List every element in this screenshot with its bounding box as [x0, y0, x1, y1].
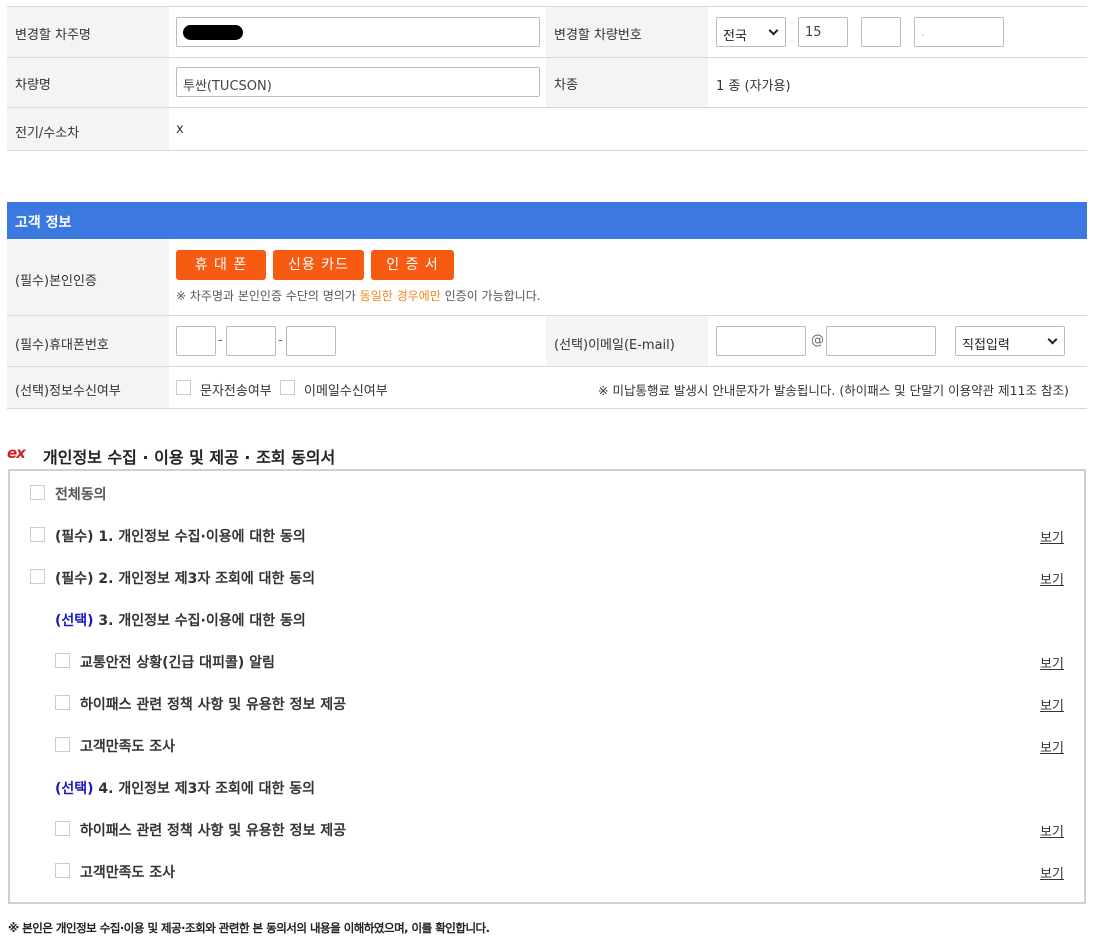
- credit-card-auth-button[interactable]: 신용 카드: [273, 250, 364, 280]
- view-link-item3-sub3[interactable]: 보기: [1040, 737, 1064, 756]
- chevron-down-icon: [1047, 334, 1058, 345]
- view-link-item4-sub2[interactable]: 보기: [1040, 863, 1064, 882]
- divider: [7, 366, 1087, 367]
- certificate-auth-button[interactable]: 인 증 서: [371, 250, 454, 280]
- auth-note-suffix: 인증이 가능합니다.: [440, 289, 541, 303]
- region-select[interactable]: 전국: [716, 17, 786, 47]
- phone-part2-input[interactable]: [226, 326, 276, 356]
- dash: -: [278, 333, 283, 348]
- car-name-input[interactable]: 투싼(TUCSON): [176, 67, 540, 97]
- auth-label: (필수)본인인증: [15, 274, 97, 289]
- view-link-item3-sub1[interactable]: 보기: [1040, 653, 1064, 672]
- car-type-label: 차종: [554, 78, 578, 93]
- consent-item3-sub3-label: 고객만족도 조사: [80, 739, 176, 755]
- dash: -: [218, 333, 223, 348]
- consent-item4-sub2-label: 고객만족도 조사: [80, 865, 176, 881]
- plate-part3-input[interactable]: .: [914, 17, 1004, 47]
- consent-item1-checkbox[interactable]: [30, 527, 45, 542]
- optional-tag: (선택): [55, 613, 94, 629]
- consent-item1-label: (필수) 1. 개인정보 수집·이용에 대한 동의: [55, 529, 306, 545]
- email-receive-label: 이메일수신여부: [304, 384, 388, 399]
- auth-note-highlight: 동일한 경우에만: [359, 289, 441, 303]
- view-link-item1[interactable]: 보기: [1040, 527, 1064, 546]
- logo-text: ex: [7, 444, 26, 462]
- owner-label: 변경할 차주명: [15, 28, 91, 43]
- consent-item4-text: 4. 개인정보 제3자 조회에 대한 동의: [93, 781, 316, 797]
- receive-label: (선택)정보수신여부: [15, 384, 121, 399]
- ev-value: x: [176, 122, 184, 137]
- customer-section-header: 고객 정보: [7, 202, 1087, 239]
- auth-note: ※ 차주명과 본인인증 수단의 명의가 동일한 경우에만 인증이 가능합니다.: [176, 287, 541, 304]
- at-sign: @: [811, 333, 824, 348]
- all-agree-checkbox[interactable]: [30, 485, 45, 500]
- email-domain-select-value: 직접입력: [962, 338, 1010, 353]
- consent-item3-sub1-label: 교통안전 상황(긴급 대피콜) 알림: [80, 655, 275, 671]
- view-link-item2[interactable]: 보기: [1040, 569, 1064, 588]
- optional-tag: (선택): [55, 781, 94, 797]
- plate-part2-input[interactable]: [861, 17, 901, 47]
- receive-note: ※ 미납통행료 발생시 안내문자가 발송됩니다. (하이패스 및 단말기 이용약…: [598, 383, 1069, 398]
- view-link-item4-sub1[interactable]: 보기: [1040, 821, 1064, 840]
- email-id-input[interactable]: [716, 326, 806, 356]
- consent-item3-sub1-checkbox[interactable]: [55, 653, 70, 668]
- consent-item3-text: 3. 개인정보 수집·이용에 대한 동의: [93, 613, 306, 629]
- consent-item2-label: (필수) 2. 개인정보 제3자 조회에 대한 동의: [55, 571, 316, 587]
- view-link-item3-sub2[interactable]: 보기: [1040, 695, 1064, 714]
- sms-label: 문자전송여부: [200, 384, 272, 399]
- consent-item3-sub2-label: 하이패스 관련 정책 사항 및 유용한 정보 제공: [80, 697, 346, 713]
- consent-item4-sub1-checkbox[interactable]: [55, 821, 70, 836]
- redacted-name: [183, 25, 243, 40]
- divider: [7, 107, 1087, 108]
- email-receive-checkbox[interactable]: [280, 380, 295, 395]
- consent-item4-sub1-label: 하이패스 관련 정책 사항 및 유용한 정보 제공: [80, 823, 346, 839]
- ev-label: 전기/수소차: [15, 126, 80, 141]
- email-label: (선택)이메일(E-mail): [554, 338, 675, 353]
- consent-item4-sub2-checkbox[interactable]: [55, 863, 70, 878]
- plate-label: 변경할 차량번호: [554, 28, 642, 43]
- phone-auth-button[interactable]: 휴 대 폰: [176, 250, 266, 280]
- consent-item3-sub2-checkbox[interactable]: [55, 695, 70, 710]
- auth-note-prefix: ※ 차주명과 본인인증 수단의 명의가: [176, 289, 360, 303]
- phone-part1-input[interactable]: [176, 326, 216, 356]
- footer-note: ※ 본인은 개인정보 수집·이용 및 제공·조회와 관련한 본 동의서의 내용을…: [8, 921, 490, 935]
- car-name-label: 차량명: [15, 78, 51, 93]
- chevron-down-icon: [768, 25, 779, 36]
- consent-item2-checkbox[interactable]: [30, 569, 45, 584]
- phone-label: (필수)휴대폰번호: [15, 338, 109, 353]
- ex-logo-icon: ex: [7, 444, 26, 462]
- email-domain-input[interactable]: [826, 326, 936, 356]
- divider: [7, 150, 1087, 151]
- email-domain-select[interactable]: 직접입력: [955, 326, 1065, 356]
- consent-item3-sub3-checkbox[interactable]: [55, 737, 70, 752]
- consent-item4-label: (선택) 4. 개인정보 제3자 조회에 대한 동의: [55, 778, 315, 798]
- region-value: 전국: [723, 29, 747, 44]
- consent-title: 개인정보 수집 · 이용 및 제공 · 조회 동의서: [43, 448, 336, 467]
- divider: [7, 408, 1087, 409]
- plate-part1-input[interactable]: 15: [798, 17, 848, 47]
- owner-name-input[interactable]: [176, 17, 540, 47]
- phone-part3-input[interactable]: [286, 326, 336, 356]
- consent-item3-label: (선택) 3. 개인정보 수집·이용에 대한 동의: [55, 610, 306, 630]
- section-title: 고객 정보: [15, 215, 72, 231]
- car-type-value: 1 종 (자가용): [716, 79, 791, 94]
- all-agree-label: 전체동의: [55, 487, 107, 503]
- sms-checkbox[interactable]: [176, 380, 191, 395]
